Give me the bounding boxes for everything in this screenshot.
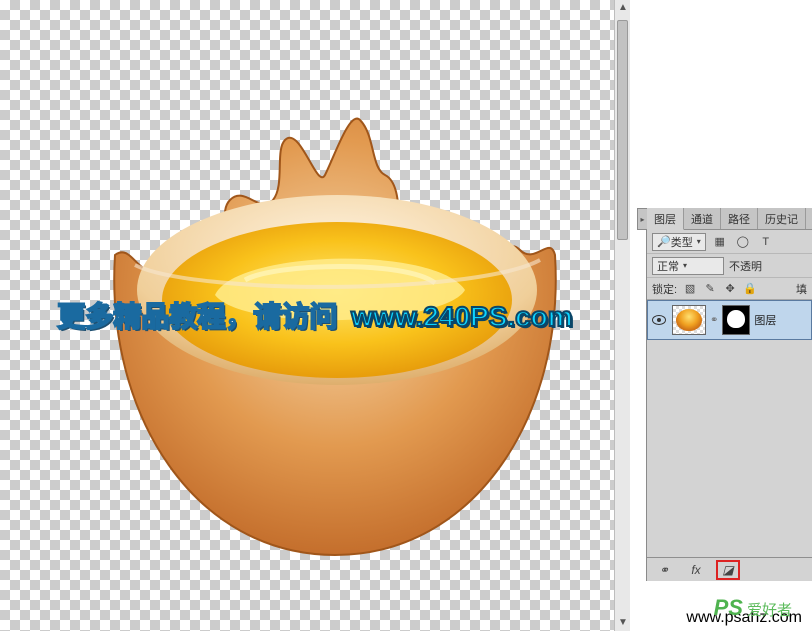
- lock-label: 锁定:: [652, 281, 677, 297]
- tab-history[interactable]: 历史记: [758, 208, 806, 229]
- overlay-text-main: 更多精品教程，请访问: [57, 301, 337, 332]
- lock-position-icon[interactable]: ✥: [723, 282, 737, 295]
- layers-list: ⚭ 图层: [647, 300, 812, 557]
- link-icon: ⚭: [659, 563, 669, 577]
- layer-style-fx-button[interactable]: fx: [685, 561, 707, 579]
- lock-pixels-icon[interactable]: ✎: [703, 282, 717, 295]
- add-layer-mask-button[interactable]: ◪: [717, 561, 739, 579]
- chevron-down-icon: ▾: [697, 237, 701, 246]
- tab-layers[interactable]: 图层: [647, 208, 684, 230]
- workspace-gap: [630, 0, 646, 631]
- site-watermark: PS 爱好者 www.psahz.com: [686, 609, 802, 627]
- visibility-toggle-eye-icon[interactable]: [650, 311, 668, 329]
- lock-row: 锁定: ▧ ✎ ✥ 🔒 填: [647, 278, 812, 300]
- blend-mode-row: 正常 ▾ 不透明: [647, 254, 812, 278]
- layer-thumbnail[interactable]: [672, 305, 706, 335]
- layer-filter-row: 🔎 类型 ▾ ▦ ◯ T: [647, 230, 812, 254]
- layer-name-label[interactable]: 图层: [754, 312, 776, 328]
- watermark-name: 爱好者: [747, 599, 792, 620]
- tab-channels[interactable]: 通道: [684, 208, 721, 229]
- filter-adjustment-layers-icon[interactable]: ◯: [734, 234, 752, 250]
- mask-icon: ◪: [722, 563, 733, 577]
- fx-icon: fx: [691, 563, 700, 577]
- overlay-text-url: www.240PS.com: [351, 301, 573, 332]
- fill-label: 填: [796, 281, 807, 297]
- lock-all-icon[interactable]: 🔒: [743, 282, 757, 295]
- filter-type-layers-icon[interactable]: T: [757, 234, 775, 250]
- layer-kind-dropdown[interactable]: 🔎 类型 ▾: [652, 233, 706, 251]
- layer-row[interactable]: ⚭ 图层: [647, 300, 812, 340]
- layer-mask-thumbnail[interactable]: [722, 305, 750, 335]
- panel-collapse-toggle[interactable]: ▸: [637, 208, 647, 230]
- search-filter-icon: 🔎: [657, 235, 671, 248]
- document-vertical-scrollbar[interactable]: ▲ ▼: [614, 0, 630, 631]
- filter-pixel-layers-icon[interactable]: ▦: [711, 234, 729, 250]
- scrollbar-thumb[interactable]: [617, 20, 628, 240]
- watermark-logo: PS: [714, 595, 743, 621]
- blend-mode-value: 正常: [657, 258, 679, 274]
- layers-panel: ▸ 图层 通道 路径 历史记 🔎 类型 ▾ ▦ ◯ T 正常 ▾ 不透明 锁定:…: [646, 208, 812, 581]
- link-layers-button[interactable]: ⚭: [653, 561, 675, 579]
- canvas-area[interactable]: 更多精品教程，请访问 www.240PS.com: [0, 0, 630, 631]
- layer-kind-label: 类型: [671, 234, 693, 250]
- opacity-label: 不透明: [729, 258, 762, 274]
- mask-link-icon[interactable]: ⚭: [710, 315, 718, 326]
- panel-tabs: 图层 通道 路径 历史记: [647, 208, 812, 230]
- panel-footer: ⚭ fx ◪: [647, 557, 812, 581]
- scroll-down-arrow-icon[interactable]: ▼: [618, 618, 628, 628]
- chevron-down-icon: ▾: [683, 261, 687, 270]
- lock-transparency-icon[interactable]: ▧: [683, 282, 697, 295]
- blend-mode-dropdown[interactable]: 正常 ▾: [652, 257, 724, 275]
- overlay-watermark-text: 更多精品教程，请访问 www.240PS.com: [57, 295, 572, 335]
- tab-paths[interactable]: 路径: [721, 208, 758, 229]
- scroll-up-arrow-icon[interactable]: ▲: [618, 3, 628, 13]
